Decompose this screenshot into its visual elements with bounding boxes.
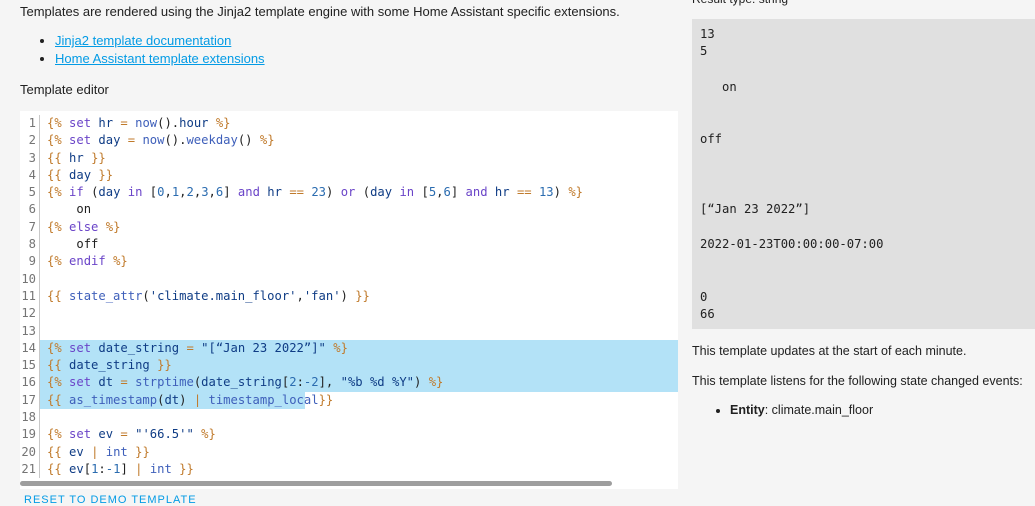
- entity-label: Entity: [730, 403, 765, 417]
- line-number: 5: [28, 185, 36, 200]
- result-line: 13: [700, 27, 715, 41]
- horizontal-scrollbar[interactable]: [20, 481, 612, 486]
- code-line[interactable]: {% set ev = "'66.5'" %}: [47, 426, 678, 443]
- line-number: 19: [21, 427, 36, 442]
- line-number: 16: [21, 375, 36, 390]
- list-item: Jinja2 template documentation: [55, 32, 265, 50]
- reset-to-demo-template-button[interactable]: RESET TO DEMO TEMPLATE: [24, 494, 197, 506]
- code-line[interactable]: [47, 323, 678, 340]
- line-number: 20: [21, 444, 36, 459]
- code-line[interactable]: {{ ev[1:-1] | int }}: [47, 461, 678, 478]
- code-line[interactable]: {% if (day in [0,1,2,3,6] and hr == 23) …: [47, 184, 678, 201]
- listened-entities: Entity: climate.main_floor: [712, 403, 873, 417]
- code-line[interactable]: {{ day }}: [47, 167, 678, 184]
- line-number-gutter: 1 2 3 4 5 6 7 8 9 10 11 12 13 14 15 16 1…: [20, 115, 40, 479]
- template-editor[interactable]: 1 2 3 4 5 6 7 8 9 10 11 12 13 14 15 16 1…: [20, 111, 678, 489]
- template-editor-label: Template editor: [20, 82, 109, 97]
- code-line-selected[interactable]: {% set dt = strptime(date_string[2:-2], …: [40, 374, 678, 392]
- code-line[interactable]: {{ state_attr('climate.main_floor','fan'…: [47, 288, 678, 305]
- code-line[interactable]: {{ ev | int }}: [47, 444, 678, 461]
- result-line: 0: [700, 290, 708, 304]
- code-line-selected[interactable]: {{ date_string }}: [40, 357, 678, 375]
- ha-template-extensions-link[interactable]: Home Assistant template extensions: [55, 51, 265, 66]
- update-info: This template updates at the start of ea…: [692, 344, 967, 358]
- code-line[interactable]: on: [47, 201, 678, 218]
- list-item: Home Assistant template extensions: [55, 50, 265, 68]
- result-line: 66: [700, 307, 715, 321]
- code-line-selected[interactable]: {{ as_timestamp(dt) | timestamp_local}}: [40, 391, 333, 410]
- result-line: 5: [700, 44, 708, 58]
- line-number: 2: [28, 133, 36, 148]
- line-number: 10: [21, 271, 36, 286]
- result-line: [“Jan 23 2022”]: [700, 202, 811, 216]
- line-number: 4: [28, 167, 36, 182]
- line-number: 3: [28, 150, 36, 165]
- line-number: 21: [21, 461, 36, 476]
- jinja2-docs-link[interactable]: Jinja2 template documentation: [55, 33, 231, 48]
- result-line: off: [700, 132, 723, 146]
- code-line[interactable]: {% set day = now().weekday() %}: [47, 132, 678, 149]
- line-number: 12: [21, 306, 36, 321]
- entity-value: : climate.main_floor: [764, 403, 874, 417]
- line-number: 7: [28, 219, 36, 234]
- code-line[interactable]: {% else %}: [47, 219, 678, 236]
- line-number: 17: [21, 392, 36, 407]
- line-number: 8: [28, 237, 36, 252]
- line-number: 13: [21, 323, 36, 338]
- line-number: 6: [28, 202, 36, 217]
- code-area[interactable]: {% set hr = now().hour %} {% set day = n…: [40, 115, 678, 478]
- line-number: 15: [21, 358, 36, 373]
- code-line-selected[interactable]: {% set date_string = "[“Jan 23 2022”]" %…: [40, 339, 678, 358]
- doc-links: Jinja2 template documentation Home Assis…: [37, 32, 265, 68]
- code-line[interactable]: [47, 409, 678, 426]
- code-line[interactable]: [47, 271, 678, 288]
- line-number: 14: [21, 340, 36, 355]
- listens-info: This template listens for the following …: [692, 374, 1023, 388]
- template-result: 13 5 on off [“Jan 23 2022”] 2022-01-23T0…: [692, 19, 1035, 329]
- result-type-label: Result type: string: [692, 0, 788, 6]
- list-item: Entity: climate.main_floor: [730, 403, 873, 417]
- intro-text: Templates are rendered using the Jinja2 …: [20, 4, 620, 19]
- code-line[interactable]: off: [47, 236, 678, 253]
- result-line: 2022-01-23T00:00:00-07:00: [700, 237, 884, 251]
- line-number: 9: [28, 254, 36, 269]
- code-line[interactable]: {% set hr = now().hour %}: [47, 115, 678, 132]
- result-line: on: [722, 80, 737, 94]
- code-line[interactable]: [47, 305, 678, 322]
- line-number: 1: [28, 116, 36, 130]
- code-line[interactable]: {% endif %}: [47, 253, 678, 270]
- line-number: 18: [21, 410, 36, 425]
- line-number: 11: [21, 288, 36, 303]
- code-line[interactable]: {{ hr }}: [47, 150, 678, 167]
